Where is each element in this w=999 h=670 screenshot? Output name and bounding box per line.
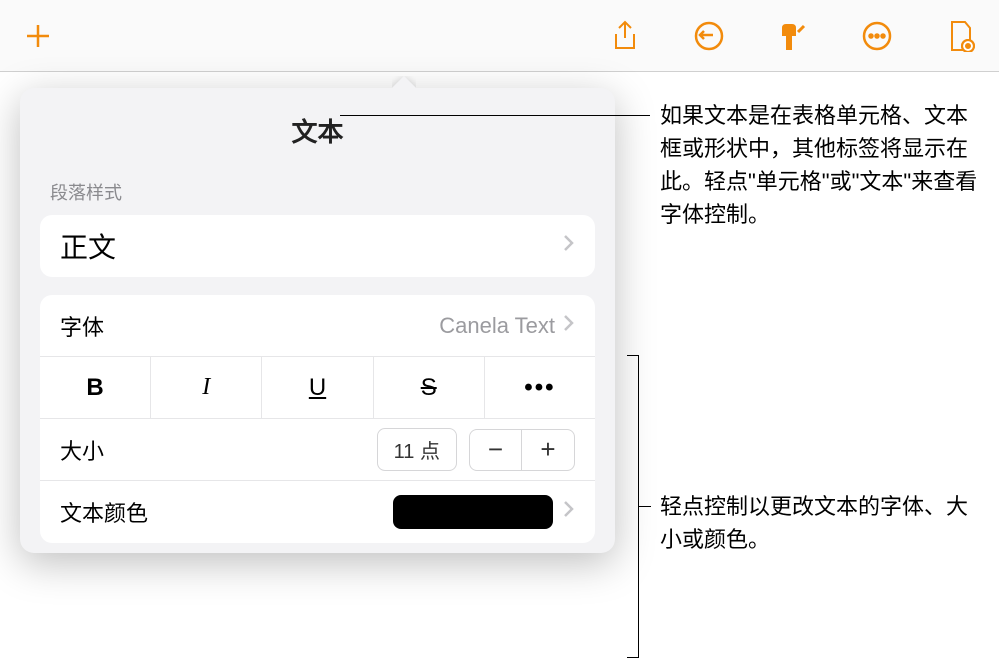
size-increase-button[interactable]: +	[522, 430, 574, 470]
size-decrease-button[interactable]: −	[470, 430, 522, 470]
section-label: 段落样式	[20, 161, 615, 215]
text-style-row: B I U S •••	[40, 357, 595, 419]
callout-line	[639, 506, 651, 507]
size-label: 大小	[60, 434, 377, 466]
font-value: Canela Text	[439, 313, 555, 339]
format-icon[interactable]	[775, 18, 811, 54]
format-popover: 文本 段落样式 正文 字体 Canela Text B I U S ••• 大小…	[20, 88, 615, 553]
chevron-right-icon	[563, 234, 575, 258]
font-label: 字体	[60, 310, 439, 342]
more-icon[interactable]	[859, 18, 895, 54]
size-value[interactable]: 11 点	[377, 428, 457, 471]
font-controls-card: 字体 Canela Text B I U S ••• 大小 11 点 − + 文…	[40, 295, 595, 543]
toolbar	[0, 0, 999, 72]
document-icon[interactable]	[943, 18, 979, 54]
chevron-right-icon	[563, 314, 575, 338]
popover-caret	[392, 76, 416, 88]
strikethrough-button[interactable]: S	[374, 357, 485, 418]
bold-button[interactable]: B	[40, 357, 151, 418]
font-row[interactable]: 字体 Canela Text	[40, 295, 595, 357]
more-styles-button[interactable]: •••	[485, 357, 595, 418]
paragraph-style-row[interactable]: 正文	[40, 215, 595, 277]
color-swatch[interactable]	[393, 495, 553, 529]
italic-button[interactable]: I	[151, 357, 262, 418]
share-icon[interactable]	[607, 18, 643, 54]
text-color-label: 文本颜色	[60, 496, 393, 528]
paragraph-style-value: 正文	[60, 226, 563, 266]
callout-controls: 轻点控制以更改文本的字体、大小或颜色。	[660, 490, 980, 556]
underline-button[interactable]: U	[262, 357, 373, 418]
undo-icon[interactable]	[691, 18, 727, 54]
popover-title: 文本	[20, 88, 615, 161]
size-stepper: − +	[469, 429, 575, 471]
text-color-row[interactable]: 文本颜色	[40, 481, 595, 543]
chevron-right-icon	[563, 500, 575, 524]
callout-line	[340, 115, 650, 116]
paragraph-style-card: 正文	[40, 215, 595, 277]
add-icon[interactable]	[20, 18, 56, 54]
callout-title: 如果文本是在表格单元格、文本框或形状中，其他标签将显示在此。轻点"单元格"或"文…	[660, 99, 980, 231]
callout-bracket	[627, 355, 639, 658]
size-row: 大小 11 点 − +	[40, 419, 595, 481]
